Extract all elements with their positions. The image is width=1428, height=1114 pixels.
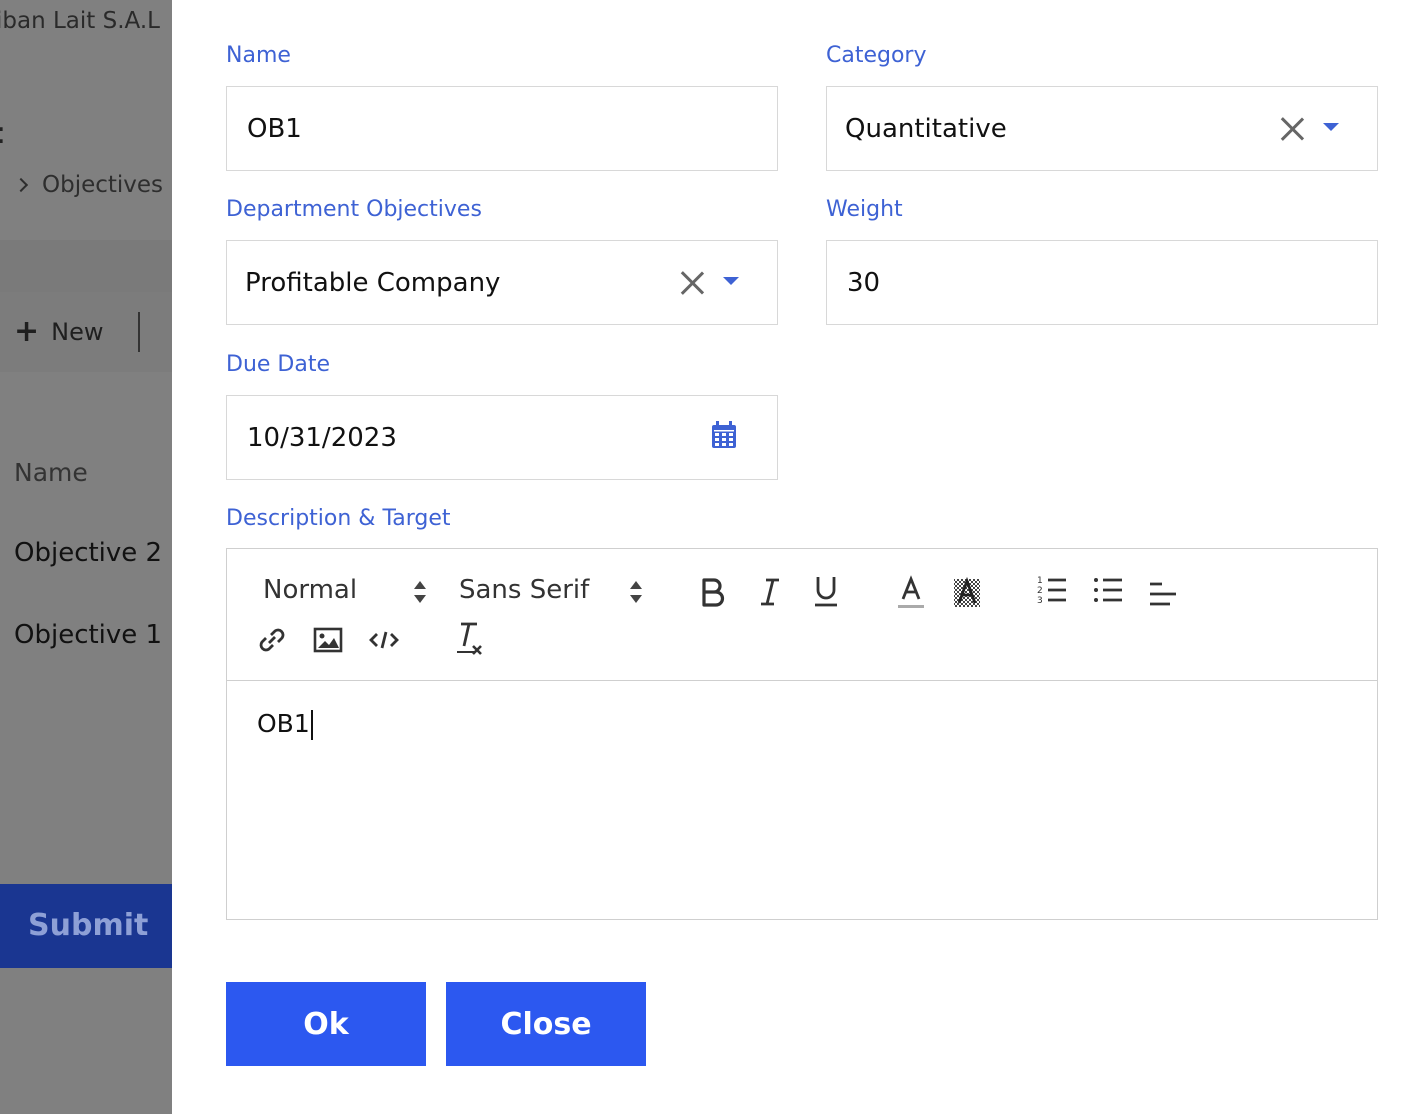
header-picker-label: Normal xyxy=(263,575,358,605)
objective-dialog: Name OB1 Category Quantitative Departmen… xyxy=(172,0,1428,1114)
editor-content[interactable]: OB1 xyxy=(257,709,313,740)
updown-arrow-icon[interactable] xyxy=(413,581,427,603)
table-row[interactable]: Objective 2 xyxy=(14,538,162,568)
department-objectives-select[interactable]: Profitable Company xyxy=(226,240,778,325)
code-icon[interactable] xyxy=(367,623,401,657)
text-cursor xyxy=(310,710,313,740)
svg-text:1: 1 xyxy=(1037,576,1043,586)
chevron-right-icon xyxy=(13,177,29,193)
due-date-value: 10/31/2023 xyxy=(247,422,397,453)
ok-button[interactable]: Ok xyxy=(226,982,426,1066)
editor-toolbar: Normal Sans Serif 1 2 3 xyxy=(227,549,1377,681)
new-button[interactable]: + New xyxy=(14,314,104,349)
svg-text:3: 3 xyxy=(1037,596,1043,606)
clear-icon[interactable] xyxy=(1279,116,1305,142)
bullet-list-icon[interactable] xyxy=(1091,573,1125,607)
submit-button[interactable]: Submit xyxy=(0,884,172,968)
breadcrumb: Objectives xyxy=(13,172,163,198)
department-objectives-label: Department Objectives xyxy=(226,197,482,222)
calendar-icon[interactable] xyxy=(711,421,737,449)
toolbar-divider xyxy=(138,312,140,352)
department-objectives-value: Profitable Company xyxy=(245,267,501,298)
image-icon[interactable] xyxy=(311,623,345,657)
header-picker[interactable]: Normal xyxy=(263,575,357,605)
weight-input[interactable]: 30 xyxy=(826,240,1378,325)
underline-icon[interactable] xyxy=(811,573,841,609)
name-label: Name xyxy=(226,43,291,68)
bold-icon[interactable] xyxy=(697,575,727,609)
category-label: Category xyxy=(826,43,927,68)
text-color-icon[interactable] xyxy=(895,573,927,611)
font-picker[interactable]: Sans Serif xyxy=(459,575,589,605)
weight-label: Weight xyxy=(826,197,903,222)
italic-icon[interactable] xyxy=(755,575,785,609)
clear-format-icon[interactable] xyxy=(453,619,487,659)
breadcrumb-item-objectives[interactable]: Objectives xyxy=(42,172,163,198)
due-date-label: Due Date xyxy=(226,352,330,377)
chevron-down-icon[interactable] xyxy=(1323,123,1339,131)
category-select[interactable]: Quantitative xyxy=(826,86,1378,171)
due-date-input[interactable]: 10/31/2023 xyxy=(226,395,778,480)
ordered-list-icon[interactable]: 1 2 3 xyxy=(1035,573,1069,607)
align-icon[interactable] xyxy=(1147,575,1181,611)
editor-text: OB1 xyxy=(257,709,310,738)
svg-text:2: 2 xyxy=(1037,586,1043,596)
new-button-label: New xyxy=(51,318,104,346)
background-color-icon[interactable] xyxy=(951,573,983,611)
weight-value: 30 xyxy=(847,267,881,298)
close-button[interactable]: Close xyxy=(446,982,646,1066)
company-name: iban Lait S.A.L xyxy=(0,8,160,34)
chevron-down-icon[interactable] xyxy=(723,277,739,285)
rich-text-editor: Normal Sans Serif 1 2 3 OB1 xyxy=(226,548,1378,920)
column-header-name: Name xyxy=(14,458,88,487)
name-input[interactable]: OB1 xyxy=(226,86,778,171)
page-title-fragment: : xyxy=(0,116,6,151)
font-picker-label: Sans Serif xyxy=(459,575,590,605)
background-app: iban Lait S.A.L : Objectives + New Name … xyxy=(0,0,172,1114)
name-value: OB1 xyxy=(247,113,302,144)
plus-icon: + xyxy=(14,314,40,349)
description-label: Description & Target xyxy=(226,506,451,531)
link-icon[interactable] xyxy=(255,623,289,657)
updown-arrow-icon[interactable] xyxy=(629,581,643,603)
header-band xyxy=(0,240,172,292)
clear-icon[interactable] xyxy=(679,270,705,296)
table-row[interactable]: Objective 1 xyxy=(14,620,162,650)
category-value: Quantitative xyxy=(845,113,1007,144)
